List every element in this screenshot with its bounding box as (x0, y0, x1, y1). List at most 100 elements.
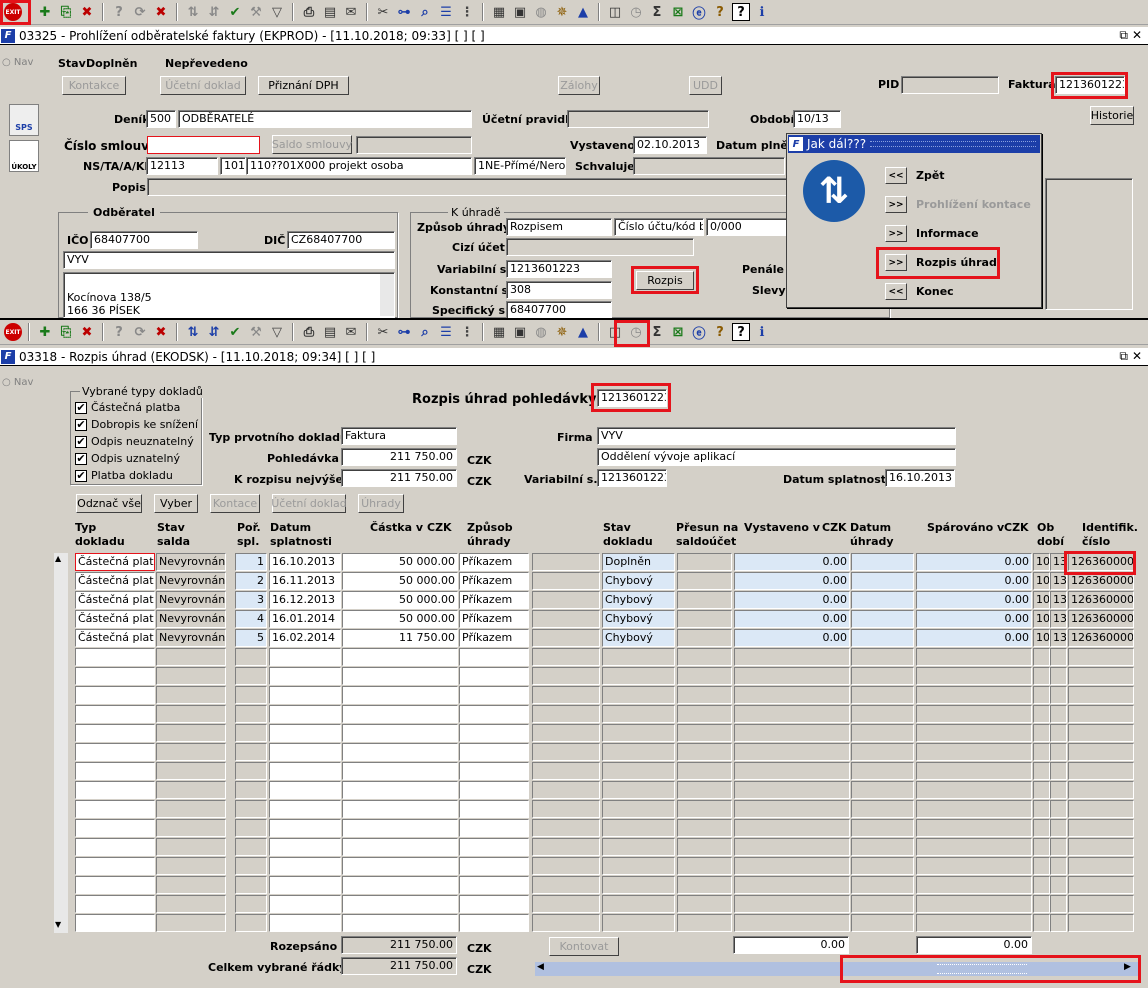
pid-field[interactable] (901, 76, 999, 94)
table-cell[interactable]: 50 000.00 (342, 553, 458, 571)
table-cell[interactable] (916, 819, 1032, 837)
table-cell[interactable] (459, 838, 529, 856)
table-cell[interactable] (342, 800, 458, 818)
table-cell[interactable] (342, 857, 458, 875)
table-cell[interactable]: 0.00 (734, 629, 850, 647)
heading-value-field[interactable]: 1213601223 (597, 389, 667, 407)
table-cell[interactable] (916, 724, 1032, 742)
table-cell[interactable] (75, 876, 155, 894)
table-cell[interactable] (677, 876, 732, 894)
excel-icon[interactable]: ⊠ (669, 3, 687, 21)
table-cell[interactable]: Příkazem (459, 553, 529, 571)
table-cell[interactable] (1050, 895, 1067, 913)
list-icon[interactable]: ☰ (437, 323, 455, 341)
odznac-vse-button[interactable]: Odznač vše (76, 494, 142, 513)
zalohy-button[interactable]: Zálohy (558, 76, 600, 95)
table-cell[interactable] (532, 686, 600, 704)
mail-icon[interactable]: ✉ (342, 3, 360, 21)
checkbox-check-icon[interactable]: ✔ (75, 419, 87, 431)
table-cell[interactable] (269, 705, 341, 723)
table-cell[interactable] (235, 895, 267, 913)
table-cell[interactable]: Nevyrovnáno (156, 610, 226, 628)
table-cell[interactable] (1068, 857, 1134, 875)
table-cell[interactable] (677, 724, 732, 742)
doc-type-checkbox[interactable]: ✔ Odpis uznatelný (75, 452, 180, 465)
table-cell[interactable]: 0.00 (916, 591, 1032, 609)
copy-record-icon[interactable]: ⎘ (57, 3, 75, 21)
table-cell[interactable] (235, 743, 267, 761)
table-cell[interactable]: Nevyrovnáno (156, 553, 226, 571)
table-cell[interactable] (235, 705, 267, 723)
cut-icon[interactable]: ✂ (374, 3, 392, 21)
table-cell[interactable] (916, 648, 1032, 666)
table-cell[interactable] (342, 686, 458, 704)
table-cell[interactable] (1050, 876, 1067, 894)
table-cell[interactable] (156, 648, 226, 666)
table-cell[interactable] (75, 838, 155, 856)
nav-toggle[interactable]: ○ Nav (2, 57, 33, 68)
table-cell[interactable]: Částečná platba (75, 572, 155, 590)
table-cell[interactable] (75, 800, 155, 818)
table-cell[interactable] (532, 610, 600, 628)
table-cell[interactable] (75, 762, 155, 780)
table-cell[interactable] (602, 705, 675, 723)
table-cell[interactable]: Chybový (602, 629, 675, 647)
table-cell[interactable] (916, 705, 1032, 723)
table-cell[interactable]: 16.02.2014 (269, 629, 341, 647)
table-cell[interactable] (916, 800, 1032, 818)
table-cell[interactable] (916, 895, 1032, 913)
table-cell[interactable] (851, 914, 914, 932)
table-cell[interactable] (602, 876, 675, 894)
sort-asc-icon[interactable]: ⇅ (184, 323, 202, 341)
oddeleni-field[interactable]: Oddělení vývoje aplikací (597, 448, 956, 466)
table-cell[interactable]: Částečná platba (75, 629, 155, 647)
variabilni-field-bottom[interactable]: 1213601223 (597, 469, 667, 487)
table-cell[interactable]: Příkazem (459, 610, 529, 628)
table-cell[interactable] (1068, 724, 1134, 742)
table-cell[interactable] (1033, 781, 1050, 799)
helm-icon[interactable]: ✵ (553, 323, 571, 341)
confirm-icon[interactable]: ✔ (226, 323, 244, 341)
table-cell[interactable] (235, 686, 267, 704)
table-cell[interactable] (734, 857, 850, 875)
ucetni-doklad-button-bottom[interactable]: Účetní doklad (271, 494, 347, 513)
table-cell[interactable] (75, 686, 155, 704)
table-cell[interactable] (1068, 743, 1134, 761)
calendar-icon[interactable]: ▦ (490, 3, 508, 21)
dialog-item-label[interactable]: Informace (916, 227, 979, 240)
denik-name-field[interactable]: ODBĚRATELÉ (178, 110, 472, 128)
doc-type-checkbox[interactable]: ✔ Odpis neuznatelný (75, 435, 194, 448)
table-cell[interactable] (851, 705, 914, 723)
table-cell[interactable] (851, 686, 914, 704)
table-cell[interactable] (459, 857, 529, 875)
table-cell[interactable]: 2 (235, 572, 267, 590)
table-cell[interactable] (235, 667, 267, 685)
table-cell[interactable] (1033, 838, 1050, 856)
table-cell[interactable] (851, 800, 914, 818)
dialog-item-label[interactable]: Zpět (916, 169, 945, 182)
sort-desc-icon[interactable]: ⇵ (205, 323, 223, 341)
table-cell[interactable]: 5 (235, 629, 267, 647)
dialog-nav-button[interactable]: >> (885, 196, 907, 213)
table-cell[interactable] (75, 819, 155, 837)
filter-icon[interactable]: ▽ (268, 3, 286, 21)
split-icon[interactable]: ⋮ (458, 3, 476, 21)
popis-field[interactable] (147, 178, 787, 196)
browser-icon[interactable]: ⓔ (690, 323, 708, 342)
table-cell[interactable] (677, 781, 732, 799)
obdobi-field[interactable]: 10/13 (793, 110, 841, 128)
table-cell[interactable]: 13 (1050, 610, 1067, 628)
table-cell[interactable] (916, 743, 1032, 761)
table-cell[interactable] (916, 838, 1032, 856)
table-cell[interactable] (459, 819, 529, 837)
help-record-icon[interactable]: ? (110, 323, 128, 341)
clock-icon[interactable]: ◷ (627, 3, 645, 21)
table-cell[interactable] (269, 762, 341, 780)
table-cell[interactable] (734, 876, 850, 894)
table-cell[interactable] (235, 819, 267, 837)
window-controls[interactable]: ⧉✕ (1119, 349, 1146, 364)
table-cell[interactable] (602, 800, 675, 818)
table-cell[interactable] (916, 781, 1032, 799)
checkbox-check-icon[interactable]: ✔ (75, 470, 87, 482)
table-cell[interactable] (1050, 667, 1067, 685)
